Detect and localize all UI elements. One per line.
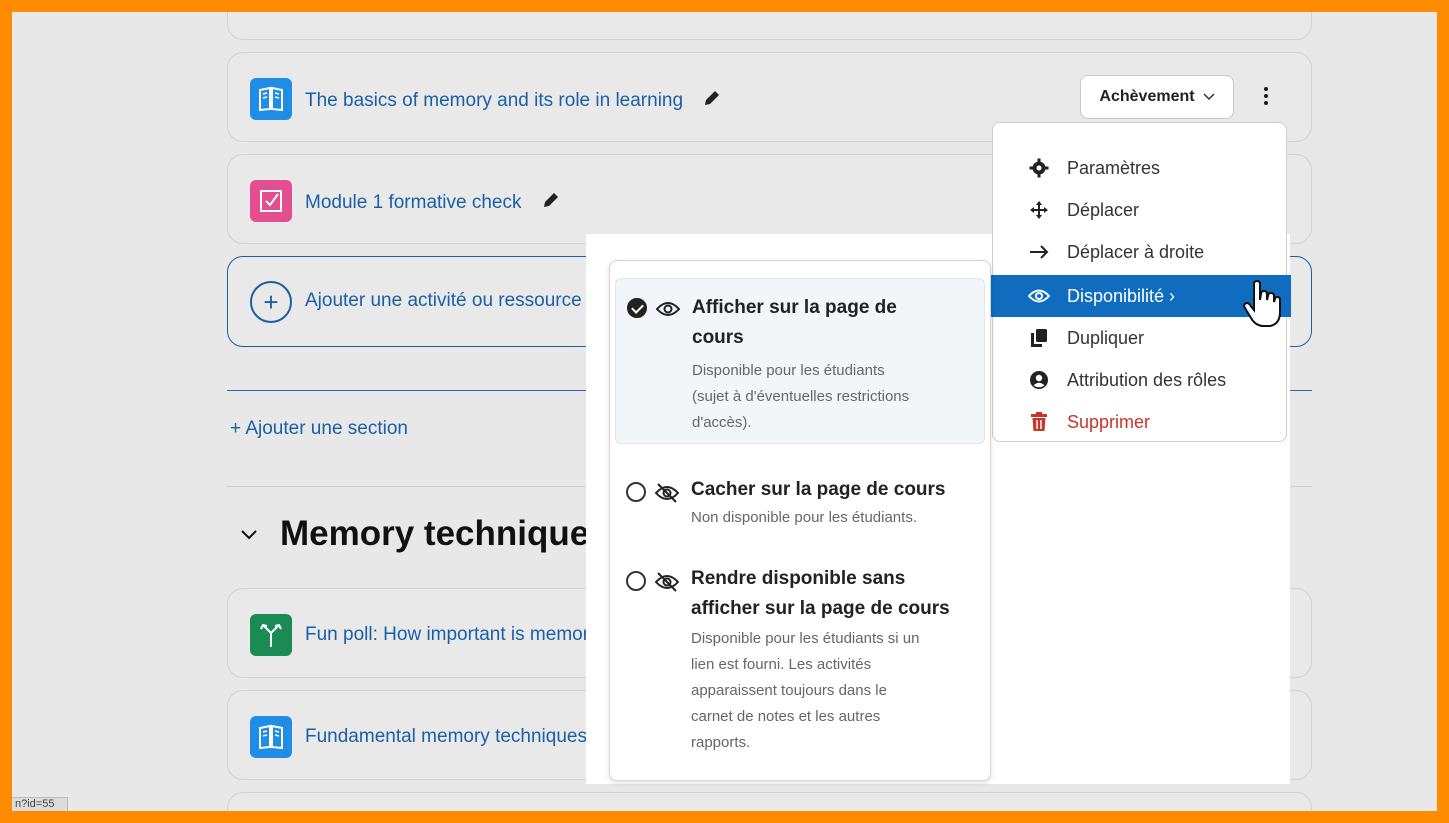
activity-link[interactable]: Fun poll: How important is memory — [305, 624, 599, 646]
activity-link[interactable]: The basics of memory and its role in lea… — [305, 88, 722, 114]
eye-icon — [655, 300, 681, 323]
option-description: Non disponible pour les étudiants. — [691, 509, 917, 526]
menu-item-move[interactable]: Déplacer — [993, 191, 1288, 229]
copy-icon — [1027, 328, 1051, 348]
menu-item-move-right[interactable]: Déplacer à droite — [993, 233, 1288, 271]
arrow-right-icon — [1027, 244, 1051, 260]
add-section-link[interactable]: + Ajouter une section — [230, 418, 408, 440]
availability-submenu: Afficher sur la page de cours Disponible… — [609, 260, 991, 781]
eye-slash-icon — [654, 572, 680, 597]
activity-card-partial — [227, 12, 1312, 40]
edit-pencil-icon[interactable] — [541, 190, 561, 216]
section-heading: Memory techniques — [240, 514, 609, 554]
option-description: Disponible pour les étudiants si un lien… — [691, 630, 920, 751]
radio-checked-icon[interactable] — [627, 298, 647, 318]
course-page: The basics of memory and its role in lea… — [12, 12, 1437, 811]
option-show-on-course-page[interactable]: Afficher sur la page de cours Disponible… — [615, 278, 985, 444]
menu-item-settings[interactable]: Paramètres — [993, 149, 1288, 187]
eye-icon — [1027, 288, 1051, 304]
user-circle-icon — [1027, 370, 1051, 390]
eye-slash-icon — [654, 483, 680, 508]
option-available-but-hidden[interactable]: Rendre disponible sans afficher sur la p… — [615, 550, 985, 760]
radio-empty-icon[interactable] — [626, 571, 646, 591]
book-icon — [250, 78, 292, 120]
more-actions-icon[interactable] — [1258, 83, 1274, 109]
chevron-down-icon — [1203, 93, 1215, 101]
activity-link[interactable]: Fundamental memory techniques — [305, 726, 587, 748]
quiz-icon — [250, 180, 292, 222]
menu-item-delete[interactable]: Supprimer — [993, 403, 1288, 441]
option-hide-on-course-page[interactable]: Cacher sur la page de cours Non disponib… — [615, 461, 985, 527]
status-url: n?id=55 — [12, 797, 68, 811]
choice-icon — [250, 614, 292, 656]
option-title: Rendre disponible sans afficher sur la p… — [691, 568, 950, 619]
trash-icon — [1027, 412, 1051, 432]
menu-item-duplicate[interactable]: Dupliquer — [993, 319, 1288, 357]
gear-icon — [1027, 158, 1051, 178]
option-title: Cacher sur la page de cours — [691, 479, 946, 500]
radio-empty-icon[interactable] — [626, 482, 646, 502]
action-menu: Paramètres Déplacer Déplacer à droite Di… — [990, 122, 1291, 442]
option-title: Afficher sur la page de cours — [692, 297, 897, 348]
completion-dropdown[interactable]: Achèvement — [1080, 75, 1234, 119]
collapse-chevron-icon[interactable] — [240, 521, 258, 547]
add-activity-label: Ajouter une activité ou ressource — [305, 290, 582, 311]
activity-link[interactable]: Module 1 formative check — [305, 190, 561, 216]
book-icon — [250, 716, 292, 758]
menu-item-assign-roles[interactable]: Attribution des rôles — [993, 361, 1288, 399]
activity-card-partial — [227, 792, 1312, 811]
move-icon — [1027, 200, 1051, 220]
menu-item-availability[interactable]: Disponibilité › — [990, 275, 1291, 327]
plus-circle-icon: + — [250, 281, 292, 323]
edit-pencil-icon[interactable] — [702, 88, 722, 114]
option-description: Disponible pour les étudiants (sujet à d… — [692, 362, 910, 431]
